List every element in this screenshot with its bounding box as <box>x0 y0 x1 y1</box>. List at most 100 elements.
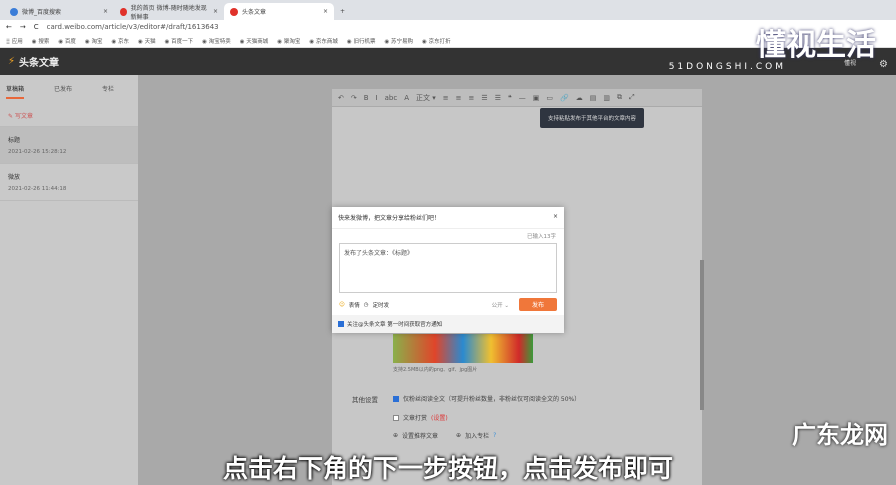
visibility-dropdown[interactable]: 公开 ⌄ <box>492 301 509 309</box>
option-label: 文章打赏 <box>403 415 428 422</box>
bookmark[interactable]: ◉ 百度一下 <box>165 37 194 45</box>
bookmark[interactable]: ◉ 淘宝 <box>85 37 103 45</box>
emoji-icon[interactable]: ☺ <box>339 302 345 308</box>
tab-label: 我的首页 微博-随时随地发现新鲜事 <box>130 4 207 21</box>
bookmark[interactable]: ◉ 京东 <box>111 37 129 45</box>
bookmark[interactable]: ◉ 苏宁易购 <box>384 37 413 45</box>
bookmark[interactable]: ◉ 百度 <box>58 37 76 45</box>
url-input[interactable]: card.weibo.com/article/v3/editor#/draft/… <box>47 23 219 31</box>
clock-icon[interactable]: ◷ <box>364 302 369 308</box>
draft-date: 2021-02-26 15:28:12 <box>8 149 67 155</box>
publish-button[interactable]: 发布 <box>519 298 557 311</box>
bolt-icon: ⚡ <box>8 56 16 67</box>
other-settings-label: 其他设置 <box>352 396 378 404</box>
watermark-2: 广东龙网 <box>792 421 888 449</box>
bookmark[interactable]: ◉ 京东打折 <box>422 37 451 45</box>
browser-tabbar: 微博_百度搜索 × 我的首页 微博-随时随地发现新鲜事 × 头条文章 × + <box>0 0 896 21</box>
toolbar-button[interactable]: ≡ <box>456 94 462 102</box>
browser-tab-active[interactable]: 头条文章 × <box>224 3 334 20</box>
close-icon[interactable]: × <box>103 8 108 15</box>
bookmark[interactable]: ◉ 旧行机票 <box>347 37 376 45</box>
tooltip: 支持粘贴发布于其他平台的文章内容 <box>540 108 645 128</box>
toolbar-button[interactable]: — <box>519 94 526 102</box>
follow-label: 关注@头条文章 第一时间获取官方通知 <box>347 322 443 328</box>
reload-icon[interactable]: C <box>34 23 39 31</box>
toolbar-button[interactable]: ▤ <box>590 94 597 102</box>
sidebar: 草稿箱 已发布 专栏 ✎ 写文章 标题 2021-02-26 15:28:12 微… <box>0 75 138 485</box>
toolbar-button[interactable]: ≡ <box>469 94 475 102</box>
toolbar-button[interactable]: ≡ <box>443 94 449 102</box>
toolbar-button[interactable]: ☰ <box>495 94 501 102</box>
new-tab-button[interactable]: + <box>334 3 354 20</box>
recommend-option[interactable]: ⊕ 设置推荐文章 ⊕ 加入专栏? <box>393 431 496 440</box>
toolbar-button[interactable]: ☁ <box>576 94 583 102</box>
tab-drafts[interactable]: 草稿箱 <box>6 84 25 99</box>
checkbox[interactable] <box>393 395 399 402</box>
toolbar-button[interactable]: 正文 ▾ <box>416 93 436 103</box>
option-label: 仅粉丝阅读全文（可提升粉丝数量，非粉丝仅可阅读全文的 50%） <box>403 396 581 403</box>
image-caption: 支持2.5MB以内的png、gif、jpg图片 <box>393 367 478 373</box>
app-title: 头条文章 <box>19 58 60 69</box>
bookmark[interactable]: ◉ 聚淘宝 <box>277 37 300 45</box>
back-icon[interactable]: ← <box>6 23 12 31</box>
browser-tab[interactable]: 我的首页 微博-随时随地发现新鲜事 × <box>114 3 224 21</box>
close-icon[interactable]: × <box>213 8 218 15</box>
toolbar-button[interactable]: I <box>376 94 378 102</box>
bookmark[interactable]: ◉ 天猫 <box>138 37 156 45</box>
bookmark[interactable]: ◉ 搜索 <box>32 37 50 45</box>
cover-image[interactable] <box>393 334 533 363</box>
bookmark[interactable]: ◉ 京东商城 <box>309 37 338 45</box>
reward-option[interactable]: 文章打赏 (设置) <box>393 413 448 422</box>
toolbar-button[interactable]: ❝ <box>508 94 512 102</box>
gear-icon[interactable]: ⚙ <box>879 59 888 70</box>
dialog-title: 快来发微博，把文章分享给粉丝们吧！ <box>338 215 441 222</box>
bookmark[interactable]: ◉ 天猫商城 <box>240 37 269 45</box>
follow-checkbox[interactable] <box>338 321 344 327</box>
help-icon[interactable]: ? <box>493 432 496 439</box>
toolbar-button[interactable]: B <box>364 94 369 102</box>
scrollbar[interactable] <box>700 260 704 410</box>
toolbar-button[interactable]: 🔗 <box>560 94 569 102</box>
editor-toolbar: ↶ ↷ B Iabc A 正文 ▾ ≡ ≡ ≡ ☰ ☰ ❝ — ▣ ▭ 🔗 ☁ ▤ ▥ ⧉ ⤢ <box>332 89 702 107</box>
toolbar-button[interactable]: abc <box>385 94 398 102</box>
tab-label: 微博_百度搜索 <box>22 9 62 16</box>
toolbar-button[interactable]: ▥ <box>603 94 610 102</box>
tab-label: 头条文章 <box>242 9 267 16</box>
close-icon[interactable]: × <box>323 8 328 15</box>
tab-column[interactable]: 专栏 <box>102 84 114 99</box>
write-label: 写文章 <box>14 113 33 120</box>
schedule-button[interactable]: 定时发 <box>373 301 390 309</box>
bookmark[interactable]: ⣿ 应用 <box>6 37 23 45</box>
toolbar-button[interactable]: ⧉ <box>617 93 622 102</box>
option-label: 设置推荐文章 <box>402 433 439 440</box>
toolbar-button[interactable]: ↶ <box>338 94 344 102</box>
close-icon[interactable]: × <box>553 213 558 222</box>
plus-icon: ⊕ <box>456 432 462 439</box>
toolbar-button[interactable]: A <box>404 94 409 102</box>
reward-settings-link[interactable]: (设置) <box>431 413 448 422</box>
write-article-button[interactable]: ✎ 写文章 <box>0 105 138 127</box>
char-count: 已输入13字 <box>527 234 556 240</box>
checkbox[interactable] <box>393 414 399 421</box>
bookmark[interactable]: ◉ 淘宝特卖 <box>202 37 231 45</box>
toolbar-button[interactable]: ⤢ <box>629 93 635 102</box>
share-dialog: 快来发微博，把文章分享给粉丝们吧！ × 已输入13字 发布了头条文章：《标题》 ☺… <box>332 207 564 333</box>
tab-published[interactable]: 已发布 <box>54 84 72 99</box>
emoji-button[interactable]: 表情 <box>349 301 360 309</box>
toolbar-button[interactable]: ☰ <box>481 94 487 102</box>
add-column-label[interactable]: 加入专栏 <box>465 431 489 440</box>
subtitle: 点击右下角的下一步按钮，点击发布即可 <box>222 454 673 483</box>
fans-only-option[interactable]: 仅粉丝阅读全文（可提升粉丝数量，非粉丝仅可阅读全文的 50%） <box>393 394 580 403</box>
share-textarea[interactable]: 发布了头条文章：《标题》 <box>339 243 557 293</box>
watermark-sub: 51DONGSHI.COM <box>668 62 786 72</box>
draft-title: 标题 <box>8 137 21 144</box>
draft-item[interactable]: 微放 2021-02-26 11:44:18 <box>0 164 138 201</box>
toolbar-button[interactable]: ↷ <box>351 94 357 102</box>
draft-item[interactable]: 标题 2021-02-26 15:28:12 <box>0 127 138 164</box>
watermark: 懂视生活 <box>756 28 876 63</box>
browser-tab[interactable]: 微博_百度搜索 × <box>4 3 114 20</box>
forward-icon[interactable]: → <box>20 23 26 31</box>
toolbar-button[interactable]: ▣ <box>533 94 540 102</box>
toolbar-button[interactable]: ▭ <box>546 94 553 102</box>
draft-title: 微放 <box>8 174 21 181</box>
